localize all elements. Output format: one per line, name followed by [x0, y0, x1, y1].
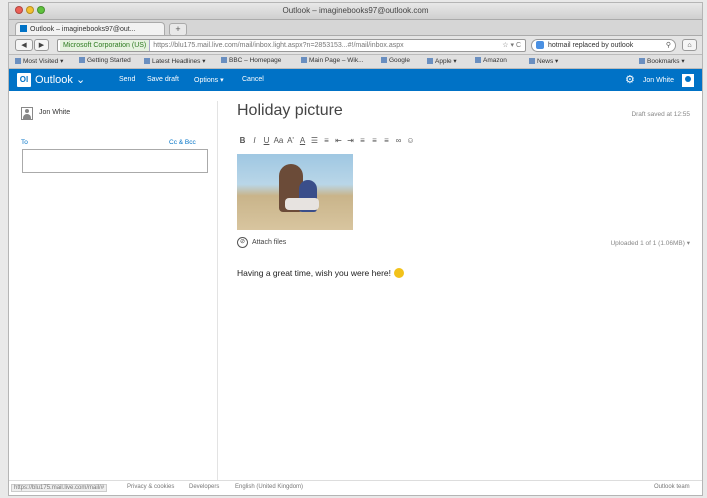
app-switcher[interactable]: Outlook ⌄	[35, 73, 85, 86]
message-text: Having a great time, wish you were here!	[237, 268, 392, 278]
reload-icon[interactable]: ☆ ▾ C	[502, 40, 521, 51]
bookmark-item[interactable]: BBC – Homepage	[221, 57, 281, 64]
browser-window: Outlook – imaginebooks97@outlook.com Out…	[8, 2, 703, 496]
title-bar: Outlook – imaginebooks97@outlook.com	[9, 3, 702, 20]
align-right-button[interactable]: ≡	[381, 135, 392, 146]
language-link[interactable]: English (United Kingdom)	[235, 484, 303, 490]
italic-button[interactable]: I	[249, 135, 260, 146]
recipient-pane: Jon White To Cc & Bcc	[9, 101, 218, 481]
search-icon[interactable]: ⚲	[666, 40, 671, 51]
bookmark-item[interactable]: Amazon	[475, 57, 507, 64]
draft-status: Draft saved at 12:55	[631, 111, 690, 118]
underline-button[interactable]: U	[261, 135, 272, 146]
window-title: Outlook – imaginebooks97@outlook.com	[282, 6, 429, 15]
link-button[interactable]: ∞	[393, 135, 404, 146]
tab-strip: Outlook – imaginebooks97@out... +	[9, 20, 702, 36]
paperclip-icon: ⊘	[237, 237, 248, 248]
status-bar: https://blu175.mail.live.com/mail/# Priv…	[9, 480, 702, 495]
new-tab-button[interactable]: +	[169, 23, 187, 36]
outlook-team-link[interactable]: Outlook team	[654, 484, 690, 490]
outlook-command-bar: Ol Outlook ⌄ Send Save draft Options ▾ C…	[9, 69, 702, 91]
from-name: Jon White	[39, 109, 71, 116]
bookmark-icon	[639, 58, 645, 64]
font-size-button[interactable]: Aa	[273, 135, 284, 146]
subject-field[interactable]: Holiday picture	[237, 102, 343, 120]
account-area: ⚙ Jon White	[625, 73, 694, 87]
url-text: https://blu175.mail.live.com/mail/inbox.…	[153, 42, 404, 49]
bookmark-item[interactable]: Apple ▾	[427, 57, 457, 65]
align-left-button[interactable]: ≡	[357, 135, 368, 146]
save-draft-button[interactable]: Save draft	[147, 76, 179, 83]
options-button[interactable]: Options ▾	[194, 76, 224, 84]
chevron-down-icon: ⌄	[75, 74, 86, 86]
indent-button[interactable]: ⇥	[345, 135, 356, 146]
outlook-favicon-icon	[20, 25, 27, 32]
bookmark-icon	[529, 58, 535, 64]
bookmark-item[interactable]: Getting Started	[79, 57, 131, 64]
tab-label: Outlook – imaginebooks97@out...	[30, 26, 136, 33]
search-input[interactable]: hotmail replaced by outlook ⚲	[531, 39, 676, 52]
photo-figure	[285, 198, 319, 210]
upload-status[interactable]: Uploaded 1 of 1 (1.06MB) ▾	[610, 239, 690, 247]
bookmark-icon	[301, 57, 307, 63]
to-field[interactable]	[22, 149, 208, 173]
smiley-emoticon-icon	[394, 268, 405, 278]
bookmark-icon	[79, 57, 85, 63]
cc-bcc-link[interactable]: Cc & Bcc	[169, 139, 196, 146]
user-name[interactable]: Jon White	[643, 77, 674, 84]
outlook-logo-icon[interactable]: Ol	[17, 73, 31, 87]
bookmark-icon	[144, 58, 150, 64]
attach-files-button[interactable]: ⊘ Attach files	[237, 237, 286, 248]
status-url: https://blu175.mail.live.com/mail/#	[11, 484, 108, 492]
outdent-button[interactable]: ⇤	[333, 135, 344, 146]
emoticon-button[interactable]: ☺	[405, 135, 416, 146]
home-button[interactable]: ⌂	[682, 39, 697, 51]
bookmark-item[interactable]: News ▾	[529, 57, 558, 65]
bookmark-item[interactable]: Most Visited ▾	[15, 57, 63, 65]
search-engine-icon[interactable]	[536, 41, 544, 49]
contact-avatar-icon	[21, 107, 33, 120]
navigation-bar: ◀ ▶ Microsoft Corporation (US) https://bl…	[9, 36, 702, 55]
bookmark-icon	[15, 58, 21, 64]
align-center-button[interactable]: ≡	[369, 135, 380, 146]
attach-files-label: Attach files	[252, 239, 287, 246]
bold-button[interactable]: B	[237, 135, 248, 146]
message-body[interactable]: Having a great time, wish you were here!	[237, 268, 405, 278]
bookmark-icon	[475, 57, 481, 63]
inline-photo[interactable]	[237, 154, 353, 230]
send-button[interactable]: Send	[119, 76, 135, 83]
back-button[interactable]: ◀	[15, 39, 33, 51]
bookmarks-bar: Most Visited ▾ Getting Started Latest He…	[9, 55, 702, 69]
forward-button[interactable]: ▶	[34, 39, 49, 51]
bullets-button[interactable]: ☰	[309, 135, 320, 146]
privacy-link[interactable]: Privacy & cookies	[127, 484, 174, 490]
bookmark-item[interactable]: Latest Headlines ▾	[144, 57, 206, 65]
user-avatar-icon[interactable]	[682, 73, 694, 87]
browser-tab[interactable]: Outlook – imaginebooks97@out...	[15, 22, 165, 35]
formatting-toolbar: B I U Aa A' A ☰ ≡ ⇤ ⇥ ≡ ≡ ≡ ∞ ☺	[237, 135, 417, 146]
bookmark-icon	[381, 57, 387, 63]
numbering-button[interactable]: ≡	[321, 135, 332, 146]
bookmarks-menu[interactable]: Bookmarks ▾	[639, 57, 685, 65]
font-color-button[interactable]: A	[297, 135, 308, 146]
developers-link[interactable]: Developers	[189, 484, 219, 490]
bookmark-icon	[427, 58, 433, 64]
bookmark-item[interactable]: Google	[381, 57, 410, 64]
to-label[interactable]: To	[21, 139, 28, 146]
bookmark-item[interactable]: Main Page – Wik...	[301, 57, 364, 64]
from-field: Jon White	[21, 107, 70, 120]
cancel-button[interactable]: Cancel	[242, 76, 264, 83]
search-query: hotmail replaced by outlook	[548, 42, 634, 49]
grow-font-button[interactable]: A'	[285, 135, 296, 146]
bookmark-icon	[221, 57, 227, 63]
gear-icon[interactable]: ⚙	[625, 73, 635, 87]
site-identity[interactable]: Microsoft Corporation (US)	[60, 40, 151, 51]
address-bar[interactable]: Microsoft Corporation (US) https://blu175…	[57, 39, 526, 52]
